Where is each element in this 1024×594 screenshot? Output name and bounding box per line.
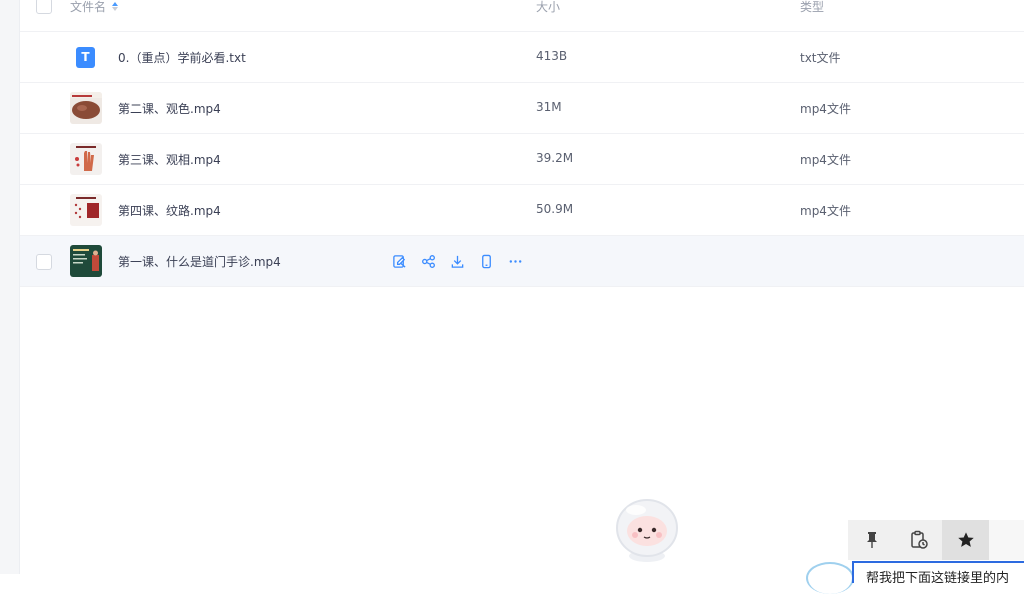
clipboard-history-icon[interactable] [895, 520, 942, 560]
column-header-type[interactable]: 类型 [800, 0, 824, 15]
assistant-bubble[interactable] [806, 562, 854, 594]
file-size: 39.2M [536, 151, 574, 165]
column-header-name[interactable]: 文件名 [70, 0, 119, 15]
video-thumbnail [70, 194, 102, 226]
select-all-checkbox[interactable] [36, 0, 52, 14]
assistant-mascot-icon[interactable] [612, 498, 682, 564]
edit-icon[interactable] [390, 252, 409, 271]
file-size: 50.9M [536, 202, 574, 216]
floating-toolbar [848, 520, 1024, 560]
file-row[interactable]: 第一课、什么是道门手诊.mp4 [20, 236, 1024, 287]
file-name[interactable]: 第三课、观相.mp4 [118, 151, 221, 168]
pin-icon[interactable] [848, 520, 895, 560]
row-actions [390, 252, 525, 271]
more-icon[interactable] [506, 252, 525, 271]
row-checkbox[interactable] [36, 254, 52, 270]
file-type: mp4文件 [800, 153, 851, 167]
left-gutter [0, 0, 20, 574]
file-row[interactable]: 第二课、观色.mp4 31M mp4文件 [20, 83, 1024, 134]
file-name[interactable]: 第四课、纹路.mp4 [118, 202, 221, 219]
file-size: 31M [536, 100, 562, 114]
video-thumbnail [70, 245, 102, 277]
file-name[interactable]: 第一课、什么是道门手诊.mp4 [118, 253, 281, 270]
txt-file-icon: T [76, 47, 95, 68]
file-type: mp4文件 [800, 102, 851, 116]
column-header-name-label: 文件名 [70, 0, 107, 14]
share-icon[interactable] [419, 252, 438, 271]
file-type: mp4文件 [800, 204, 851, 218]
file-list: 文件名 大小 类型 T 0.（重点）学前必看.txt 413B txt文件 第二… [20, 0, 1024, 287]
download-icon[interactable] [448, 252, 467, 271]
video-thumbnail [70, 143, 102, 175]
file-row[interactable]: T 0.（重点）学前必看.txt 413B txt文件 [20, 32, 1024, 83]
file-list-header: 文件名 大小 类型 [20, 0, 1024, 32]
file-size: 413B [536, 49, 568, 63]
prompt-input[interactable]: 帮我把下面这链接里的内 [852, 561, 1024, 583]
sort-icon[interactable] [112, 2, 119, 11]
star-icon[interactable] [942, 520, 989, 560]
file-type: txt文件 [800, 51, 841, 65]
toolbar-spacer [989, 520, 1024, 560]
file-name[interactable]: 0.（重点）学前必看.txt [118, 49, 246, 66]
file-row[interactable]: 第四课、纹路.mp4 50.9M mp4文件 [20, 185, 1024, 236]
file-row[interactable]: 第三课、观相.mp4 39.2M mp4文件 [20, 134, 1024, 185]
phone-icon[interactable] [477, 252, 496, 271]
prompt-input-text: 帮我把下面这链接里的内 [866, 571, 1010, 583]
column-header-size[interactable]: 大小 [536, 0, 560, 15]
video-thumbnail [70, 92, 102, 124]
file-name[interactable]: 第二课、观色.mp4 [118, 100, 221, 117]
